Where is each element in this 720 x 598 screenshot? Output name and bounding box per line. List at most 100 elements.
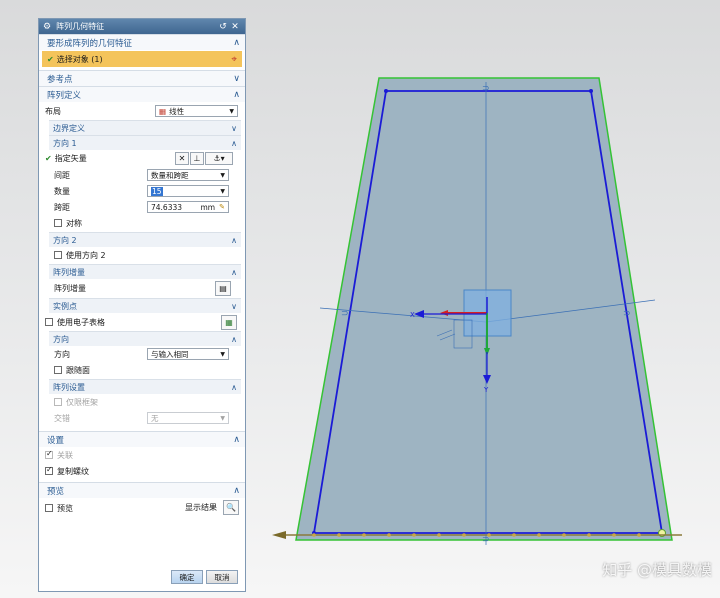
direction-arrow-head xyxy=(272,531,286,539)
chevron-up-icon[interactable]: ∧ xyxy=(233,90,240,100)
preview-label: 预览 xyxy=(57,503,73,513)
subsection-title: 方向 2 xyxy=(53,235,77,245)
subsection-direction-2[interactable]: 方向 2 ∧ xyxy=(49,232,241,247)
subsection-instance-points[interactable]: 实例点 ∨ xyxy=(49,298,241,313)
pattern-increment-icon[interactable]: ▤ xyxy=(215,281,231,296)
span-label: 跨距 xyxy=(54,202,70,212)
chevron-down-icon: ▼ xyxy=(220,350,225,358)
edge-marker: ⊃ xyxy=(341,309,349,319)
crosshair-icon[interactable]: ⌖ xyxy=(231,54,237,65)
edge-marker: ⊃ xyxy=(623,309,631,319)
chevron-up-icon[interactable]: ∧ xyxy=(231,268,237,277)
section-title: 要形成阵列的几何特征 xyxy=(47,38,133,49)
orientation-value: 与输入相同 xyxy=(151,349,189,359)
symmetric-label: 对称 xyxy=(66,218,82,228)
vector-dialog-icon[interactable]: ⚓▾ xyxy=(205,152,233,165)
layout-dropdown[interactable]: ▦ 线性 ▼ xyxy=(155,105,238,117)
subsection-title: 阵列增量 xyxy=(53,267,85,277)
span-value: 74.6333 xyxy=(151,202,183,212)
chevron-down-icon[interactable]: ∨ xyxy=(231,124,237,133)
specify-vector-label: 指定矢量 xyxy=(54,154,87,163)
corner-point[interactable] xyxy=(384,89,388,93)
stagger-dropdown: 无 ▼ xyxy=(147,412,229,424)
linear-icon: ▦ xyxy=(159,106,167,116)
use-spreadsheet-checkbox[interactable] xyxy=(45,318,53,326)
layout-label: 布局 xyxy=(45,106,61,116)
stagger-value: 无 xyxy=(151,413,159,423)
subsection-orientation[interactable]: 方向 ∧ xyxy=(49,331,241,346)
reverse-direction-icon[interactable]: ✕ xyxy=(175,152,189,165)
count-label: 数量 xyxy=(54,186,70,196)
pattern-geometry-dialog: ⚙ 阵列几何特征 ↺ ✕ 要形成阵列的几何特征 ∧ ✔ 选择对象 (1) ⌖ 参考… xyxy=(38,18,246,592)
follow-face-label: 跟随面 xyxy=(66,365,90,375)
subsection-title: 边界定义 xyxy=(53,123,85,133)
close-icon[interactable]: ✕ xyxy=(229,22,241,32)
midpoint-marker: ⊃ xyxy=(482,84,490,94)
vector-axis-icon[interactable]: ⊥ xyxy=(190,152,204,165)
ok-button[interactable]: 确定 xyxy=(171,570,203,584)
gear-icon[interactable]: ⚙ xyxy=(43,22,51,32)
subsection-pattern-increment[interactable]: 阵列增量 ∧ xyxy=(49,264,241,279)
show-result-button[interactable]: 🔍 xyxy=(223,500,239,515)
use-spreadsheet-row: 使用电子表格 ▦ xyxy=(39,313,245,331)
orientation-label: 方向 xyxy=(54,349,70,359)
stagger-label: 交错 xyxy=(54,413,70,423)
stagger-row: 交错 无 ▼ xyxy=(49,410,241,426)
copy-threads-checkbox[interactable] xyxy=(45,465,53,475)
layout-value: 线性 xyxy=(169,106,185,116)
chevron-up-icon[interactable]: ∧ xyxy=(233,435,240,445)
chevron-up-icon[interactable]: ∧ xyxy=(233,38,240,48)
chevron-down-icon[interactable]: ∨ xyxy=(231,302,237,311)
axis-y-label: Y xyxy=(483,386,489,394)
chevron-down-icon: ▼ xyxy=(220,187,225,195)
section-pattern-definition[interactable]: 阵列定义 ∧ xyxy=(39,86,245,102)
section-preview[interactable]: 预览 ∧ xyxy=(39,482,245,498)
corner-point[interactable] xyxy=(589,89,593,93)
use-spreadsheet-label: 使用电子表格 xyxy=(57,317,105,327)
axis-x-label: X xyxy=(410,311,415,319)
cancel-button[interactable]: 取消 xyxy=(206,570,238,584)
symmetric-row: 对称 xyxy=(49,215,241,231)
chevron-up-icon[interactable]: ∧ xyxy=(231,335,237,344)
chevron-down-icon: ▼ xyxy=(229,107,234,115)
orientation-row: 方向 与输入相同 ▼ xyxy=(49,346,241,362)
chevron-down-icon[interactable]: ∨ xyxy=(233,74,240,84)
section-settings[interactable]: 设置 ∧ xyxy=(39,431,245,447)
orientation-dropdown[interactable]: 与输入相同 ▼ xyxy=(147,348,229,360)
section-geometry-to-pattern[interactable]: 要形成阵列的几何特征 ∧ xyxy=(39,34,245,50)
select-object-row[interactable]: ✔ 选择对象 (1) ⌖ xyxy=(42,51,242,67)
reset-icon[interactable]: ↺ xyxy=(217,22,229,32)
count-input[interactable]: 15 ▼ xyxy=(147,185,229,197)
section-title: 参考点 xyxy=(47,74,73,85)
subsection-direction-1[interactable]: 方向 1 ∧ xyxy=(49,135,241,150)
span-row: 跨距 74.6333 mm ✎ xyxy=(49,199,241,215)
spreadsheet-icon[interactable]: ▦ xyxy=(221,315,237,330)
associative-checkbox xyxy=(45,449,53,459)
chevron-up-icon[interactable]: ∧ xyxy=(231,383,237,392)
boundary-only-row: 仅限框架 xyxy=(49,394,241,410)
spacing-dropdown[interactable]: 数量和跨距 ▼ xyxy=(147,169,229,181)
specify-vector-row: ✔ 指定矢量 ✕ ⊥ ⚓▾ xyxy=(39,150,245,167)
watermark: 知乎 @模具数模 xyxy=(602,561,712,579)
chevron-up-icon[interactable]: ∧ xyxy=(231,139,237,148)
preview-row: 预览 显示结果 🔍 xyxy=(39,498,245,518)
check-icon: ✔ xyxy=(47,54,54,64)
chevron-up-icon[interactable]: ∧ xyxy=(233,486,240,496)
preview-checkbox[interactable] xyxy=(45,504,53,512)
count-value: 15 xyxy=(151,186,163,196)
subsection-boundary[interactable]: 边界定义 ∨ xyxy=(49,120,241,135)
copy-threads-label: 复制螺纹 xyxy=(57,466,89,476)
chevron-up-icon[interactable]: ∧ xyxy=(231,236,237,245)
pencil-icon[interactable]: ✎ xyxy=(219,203,225,211)
section-title: 预览 xyxy=(47,486,65,497)
follow-face-checkbox[interactable] xyxy=(54,366,62,374)
pattern-increment-row: 阵列增量 ▤ xyxy=(49,279,241,297)
symmetric-checkbox[interactable] xyxy=(54,219,62,227)
subsection-pattern-settings[interactable]: 阵列设置 ∧ xyxy=(49,379,241,394)
layout-row: 布局 ▦ 线性 ▼ xyxy=(39,102,245,120)
span-input[interactable]: 74.6333 mm ✎ xyxy=(147,201,229,213)
dialog-title: 阵列几何特征 xyxy=(56,22,105,31)
use-direction-2-checkbox[interactable] xyxy=(54,251,62,259)
count-row: 数量 15 ▼ xyxy=(49,183,241,199)
section-reference-point[interactable]: 参考点 ∨ xyxy=(39,70,245,86)
